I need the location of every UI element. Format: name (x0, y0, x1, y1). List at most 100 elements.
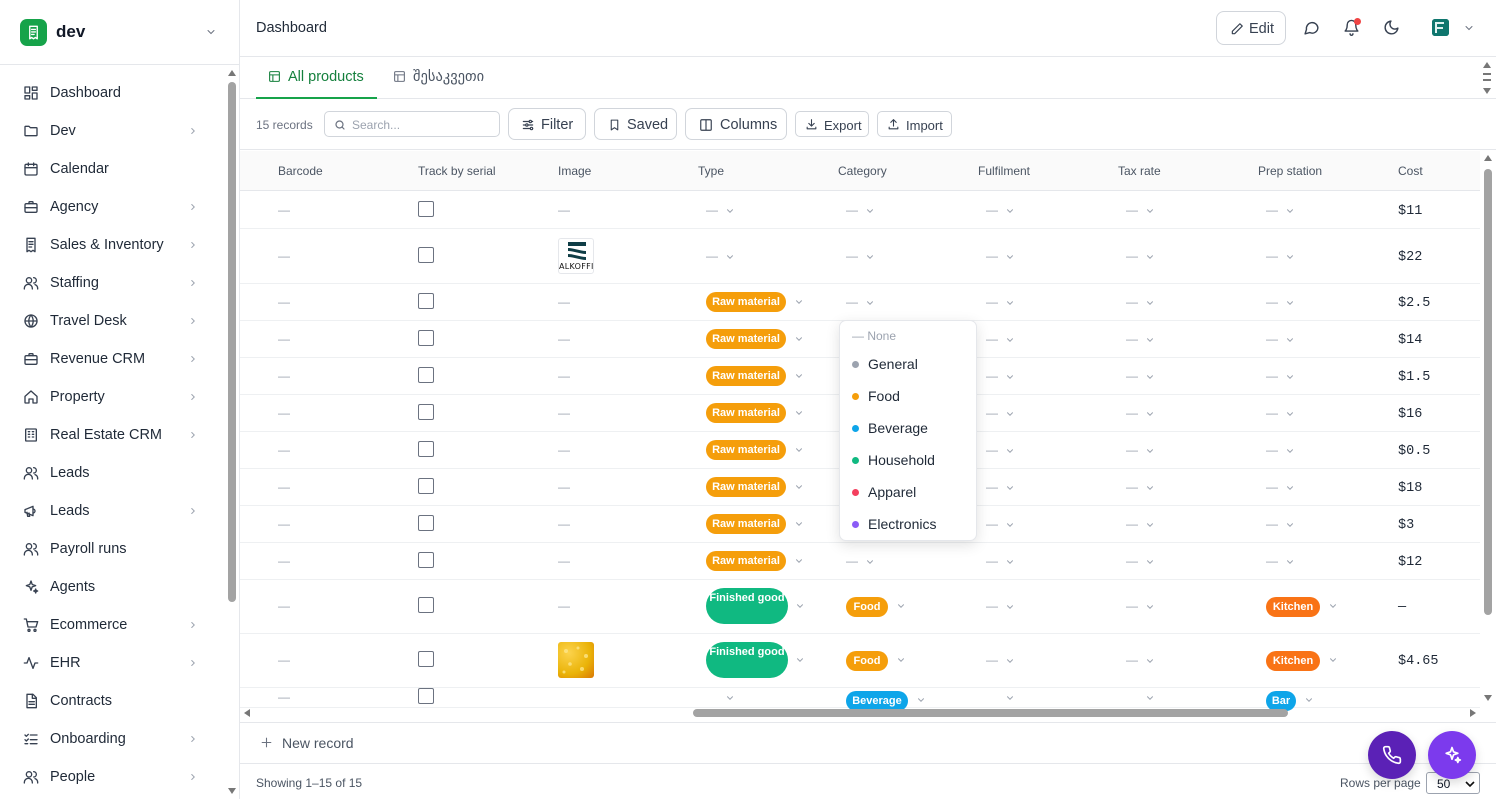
barcode-cell[interactable]: — (278, 653, 290, 667)
prep-station-select[interactable]: — (1266, 295, 1293, 309)
fulfilment-select[interactable]: — (986, 203, 1013, 217)
chevron-right-icon[interactable] (188, 772, 198, 782)
column-header-cost[interactable]: Cost (1398, 164, 1423, 178)
prep-station-select[interactable]: — (1266, 443, 1293, 457)
table-row[interactable]: — — Raw material — — — — $12 (240, 543, 1480, 580)
cost-cell[interactable]: $1.5 (1398, 370, 1430, 385)
sidebar-item-real-estate-crm[interactable]: Real Estate CRM (14, 418, 214, 452)
fulfilment-select[interactable]: — (986, 599, 1013, 613)
new-record-button[interactable]: New record (240, 722, 1496, 762)
category-pill[interactable]: Food (846, 597, 888, 617)
chevron-down-icon[interactable] (794, 445, 804, 455)
cost-cell[interactable]: $12 (1398, 555, 1422, 570)
chevron-down-icon[interactable] (1328, 601, 1338, 611)
column-header-prep-station[interactable]: Prep station (1258, 164, 1322, 178)
sidebar-item-agency[interactable]: Agency (14, 190, 214, 224)
chevron-down-icon[interactable] (1145, 693, 1155, 703)
type-pill[interactable]: Raw material (706, 329, 786, 349)
chevron-down-icon[interactable] (794, 334, 804, 344)
vertical-scrollbar-thumb[interactable] (1484, 169, 1492, 615)
category-option-none[interactable]: — None (852, 329, 896, 343)
cost-cell[interactable]: $2.5 (1398, 296, 1430, 311)
sidebar-item-revenue-crm[interactable]: Revenue CRM (14, 342, 214, 376)
tax-rate-select[interactable]: — (1126, 406, 1153, 420)
table-row[interactable]: — Finished good Food — — Kitchen $4.65 (240, 634, 1480, 688)
chevron-down-icon[interactable] (916, 695, 926, 705)
category-select[interactable]: — (846, 203, 873, 217)
chevron-right-icon[interactable] (188, 240, 198, 250)
category-option-general[interactable]: General (840, 350, 976, 380)
table-vertical-scrollbar[interactable] (1481, 151, 1495, 711)
image-cell[interactable]: — (558, 480, 570, 494)
sidebar-item-property[interactable]: Property (14, 380, 214, 414)
category-select[interactable]: — (846, 554, 873, 568)
track-by-serial-checkbox[interactable] (418, 597, 434, 613)
sidebar-item-agents[interactable]: Agents (14, 570, 214, 604)
chevron-down-icon[interactable] (794, 482, 804, 492)
chevron-down-icon[interactable] (1304, 695, 1314, 705)
track-by-serial-checkbox[interactable] (418, 651, 434, 667)
tabs-scroll-control[interactable] (1482, 60, 1492, 96)
sidebar-item-contracts[interactable]: Contracts (14, 684, 214, 718)
table-row[interactable]: — ALKOFFIC — — — — — $22 (240, 229, 1480, 284)
column-header-image[interactable]: Image (558, 164, 591, 178)
tax-rate-select[interactable]: — (1126, 599, 1153, 613)
prep-station-select[interactable]: — (1266, 332, 1293, 346)
table-horizontal-scrollbar[interactable] (240, 705, 1480, 721)
prep-station-select[interactable]: — (1266, 203, 1293, 217)
tax-rate-select[interactable]: — (1126, 653, 1153, 667)
product-image[interactable] (558, 642, 594, 678)
sidebar-item-onboarding[interactable]: Onboarding (14, 722, 214, 756)
prep-station-select[interactable]: — (1266, 480, 1293, 494)
cost-cell[interactable]: $14 (1398, 333, 1422, 348)
table-row[interactable]: — — Raw material — — — — $2.5 (240, 284, 1480, 321)
ai-assistant-fab[interactable] (1428, 731, 1476, 779)
category-option-food[interactable]: Food (840, 382, 976, 412)
sidebar-item-people[interactable]: People (14, 760, 214, 794)
tax-rate-select[interactable]: — (1126, 203, 1153, 217)
tab-shesakveti[interactable]: შესაკვეთი (381, 58, 511, 99)
category-option-beverage[interactable]: Beverage (840, 414, 976, 444)
sidebar-item-sales-inventory[interactable]: Sales & Inventory (14, 228, 214, 262)
chevron-down-icon[interactable] (896, 601, 906, 611)
image-cell[interactable]: — (558, 599, 570, 613)
prep-station-select[interactable]: — (1266, 554, 1293, 568)
tax-rate-select[interactable]: — (1126, 332, 1153, 346)
chevron-down-icon[interactable] (896, 655, 906, 665)
type-select[interactable]: — (706, 203, 733, 217)
filter-button[interactable]: Filter (508, 108, 586, 140)
chevron-down-icon[interactable] (794, 519, 804, 529)
category-option-electronics[interactable]: Electronics (840, 510, 976, 540)
search-field[interactable] (352, 116, 492, 133)
category-select[interactable]: — (846, 295, 873, 309)
image-cell[interactable]: — (558, 332, 570, 346)
type-pill[interactable]: Raw material (706, 403, 786, 423)
prep-station-select[interactable]: — (1266, 406, 1293, 420)
image-cell[interactable]: — (558, 517, 570, 531)
sidebar-item-payroll-runs[interactable]: Payroll runs (14, 532, 214, 566)
type-pill[interactable]: Raw material (706, 477, 786, 497)
type-pill[interactable]: Raw material (706, 551, 786, 571)
image-cell[interactable]: — (558, 369, 570, 383)
sidebar-item-ehr[interactable]: EHR (14, 646, 214, 680)
column-header-track-by-serial[interactable]: Track by serial (418, 164, 496, 178)
category-option-apparel[interactable]: Apparel (840, 478, 976, 508)
fulfilment-select[interactable]: — (986, 249, 1013, 263)
cost-cell[interactable]: $18 (1398, 481, 1422, 496)
chevron-down-icon[interactable] (1328, 655, 1338, 665)
type-pill[interactable]: Finished good (706, 588, 788, 624)
track-by-serial-checkbox[interactable] (418, 515, 434, 531)
type-pill[interactable]: Raw material (706, 366, 786, 386)
chevron-right-icon[interactable] (188, 126, 198, 136)
chevron-down-icon[interactable] (795, 655, 805, 665)
prep-station-pill[interactable]: Kitchen (1266, 651, 1320, 671)
cost-cell[interactable]: — (1398, 600, 1406, 615)
tax-rate-select[interactable]: — (1126, 480, 1153, 494)
tax-rate-select[interactable]: — (1126, 443, 1153, 457)
barcode-cell[interactable]: — (278, 690, 290, 704)
sidebar-item-dashboard[interactable]: Dashboard (14, 76, 214, 110)
fulfilment-select[interactable]: — (986, 295, 1013, 309)
image-cell[interactable]: — (558, 554, 570, 568)
chevron-down-icon[interactable] (725, 693, 735, 703)
cost-cell[interactable]: $11 (1398, 204, 1422, 219)
